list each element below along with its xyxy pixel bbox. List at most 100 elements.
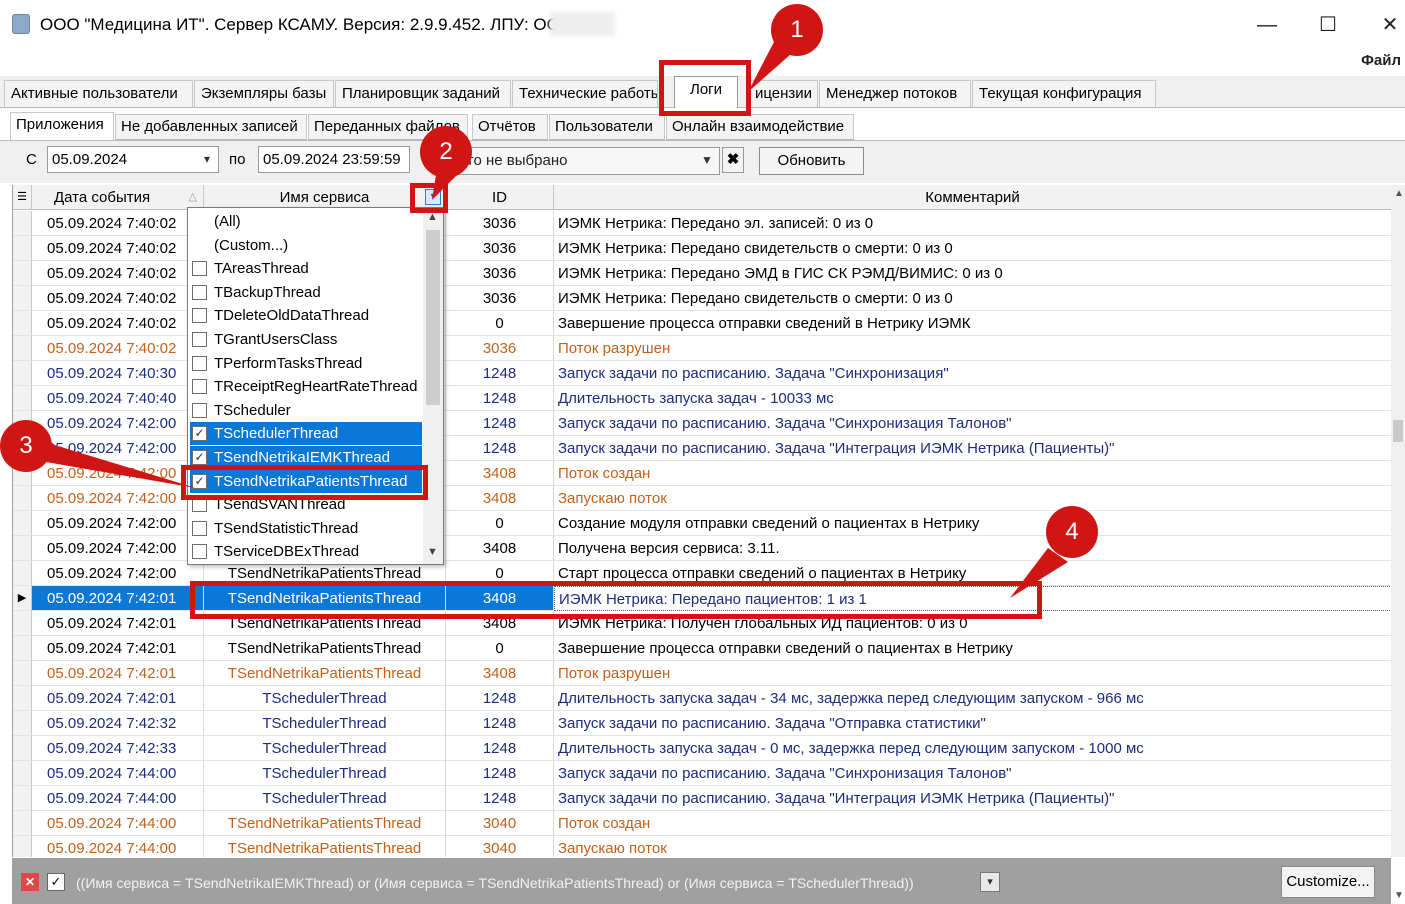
checkbox-checked-icon[interactable]: ✓ xyxy=(192,426,207,442)
cell-id[interactable]: 1248 xyxy=(446,361,554,386)
cell-service[interactable]: TSendNetrikaPatientsThread xyxy=(204,636,446,661)
cell-date[interactable]: 05.09.2024 7:40:30 xyxy=(32,361,204,386)
dropdown-item[interactable]: (All) xyxy=(190,210,422,233)
cell-date[interactable]: 05.09.2024 7:42:01 xyxy=(32,636,204,661)
cell-id[interactable]: 3036 xyxy=(446,286,554,311)
grid-vertical-scrollbar[interactable] xyxy=(1391,185,1405,857)
row-indicator[interactable] xyxy=(13,361,32,386)
cell-comment[interactable]: Запуск задачи по расписанию. Задача "Отп… xyxy=(554,711,1391,736)
row-indicator[interactable] xyxy=(13,686,32,711)
cell-id[interactable]: 1248 xyxy=(446,386,554,411)
dropdown-item[interactable]: TDeleteOldDataThread xyxy=(190,304,422,327)
cell-id[interactable]: 3040 xyxy=(446,811,554,836)
row-indicator[interactable] xyxy=(13,511,32,536)
cell-comment[interactable]: Запускаю поток xyxy=(554,486,1391,511)
cell-comment[interactable]: Длительность запуска задач - 0 мс, задер… xyxy=(554,736,1391,761)
cell-comment[interactable]: ИЭМК Нетрика: Передано ЭМД в ГИС СК РЭМД… xyxy=(554,261,1391,286)
cell-id[interactable]: 1248 xyxy=(446,411,554,436)
cell-id[interactable]: 0 xyxy=(446,511,554,536)
cell-id[interactable]: 1248 xyxy=(446,786,554,811)
column-chooser-icon[interactable]: ☰ xyxy=(13,185,32,210)
cell-comment[interactable]: Создание модуля отправки сведений о паци… xyxy=(554,511,1391,536)
cell-comment[interactable]: Запуск задачи по расписанию. Задача "Син… xyxy=(554,761,1391,786)
cell-id[interactable]: 1248 xyxy=(446,761,554,786)
cell-id[interactable]: 1248 xyxy=(446,436,554,461)
chevron-down-icon[interactable]: ▾ xyxy=(197,147,217,172)
row-indicator[interactable] xyxy=(13,486,32,511)
row-indicator[interactable] xyxy=(13,636,32,661)
cell-comment[interactable]: Поток разрушен xyxy=(554,661,1391,686)
cell-date[interactable]: 05.09.2024 7:44:00 xyxy=(32,761,204,786)
row-indicator[interactable] xyxy=(13,536,32,561)
row-indicator[interactable] xyxy=(13,786,32,811)
checkbox-icon[interactable] xyxy=(192,261,207,277)
cell-comment[interactable]: Поток создан xyxy=(554,461,1391,486)
cell-date[interactable]: 05.09.2024 7:42:00 xyxy=(32,436,204,461)
table-row[interactable]: 05.09.2024 7:42:01 TSchedulerThread 1248 Дл… xyxy=(13,686,1391,711)
cell-service[interactable]: TSchedulerThread xyxy=(204,711,446,736)
dropdown-scroll-thumb[interactable] xyxy=(426,230,440,405)
checkbox-icon[interactable] xyxy=(192,284,207,300)
cell-date[interactable]: 05.09.2024 7:40:40 xyxy=(32,386,204,411)
column-header-date[interactable]: Дата события △ xyxy=(32,185,204,210)
cell-comment[interactable]: Длительность запуска задач - 10033 мс xyxy=(554,386,1391,411)
cell-comment[interactable]: ИЭМК Нетрика: Передано свидетельств о см… xyxy=(554,236,1391,261)
dropdown-item[interactable]: TBackupThread xyxy=(190,281,422,304)
tab-db-instances[interactable]: Экземпляры базы xyxy=(194,80,334,107)
checkbox-icon[interactable] xyxy=(192,379,207,395)
dropdown-item[interactable]: TAreasThread xyxy=(190,257,422,280)
remove-filter-icon[interactable]: ✕ xyxy=(21,873,39,891)
cell-id[interactable]: 3408 xyxy=(446,661,554,686)
cell-id[interactable]: 3036 xyxy=(446,236,554,261)
cell-date[interactable]: 05.09.2024 7:40:02 xyxy=(32,311,204,336)
row-indicator[interactable] xyxy=(13,711,32,736)
cell-comment[interactable]: Запуск задачи по расписанию. Задача "Инт… xyxy=(554,436,1391,461)
subtab-reports[interactable]: Отчётов xyxy=(472,114,548,140)
table-row[interactable]: 05.09.2024 7:44:00 TSendNetrikaPatientsTh… xyxy=(13,811,1391,836)
tab-current-config[interactable]: Текущая конфигурация xyxy=(972,80,1156,107)
cell-comment[interactable]: Завершение процесса отправки сведений о … xyxy=(554,636,1391,661)
grid-scroll-thumb[interactable] xyxy=(1393,420,1403,442)
subtab-users[interactable]: Пользователи xyxy=(549,114,665,140)
dropdown-item[interactable]: (Custom...) xyxy=(190,234,422,257)
cell-date[interactable]: 05.09.2024 7:42:01 xyxy=(32,661,204,686)
cell-date[interactable]: 05.09.2024 7:42:00 xyxy=(32,461,204,486)
cell-comment[interactable]: Запуск задачи по расписанию. Задача "Син… xyxy=(554,361,1391,386)
refresh-button[interactable]: Обновить xyxy=(759,147,864,175)
row-indicator[interactable] xyxy=(13,386,32,411)
row-indicator[interactable] xyxy=(13,336,32,361)
cell-service[interactable]: TSendNetrikaPatientsThread xyxy=(204,836,446,857)
cell-comment[interactable]: Завершение процесса отправки сведений в … xyxy=(554,311,1391,336)
cell-id[interactable]: 0 xyxy=(446,311,554,336)
cell-date[interactable]: 05.09.2024 7:44:00 xyxy=(32,836,204,857)
selection-combo[interactable]: его не выбрано xyxy=(455,147,720,175)
tab-maintenance[interactable]: Технические работы xyxy=(512,80,658,107)
row-indicator[interactable] xyxy=(13,811,32,836)
cell-comment[interactable]: ИЭМК Нетрика: Передано эл. записей: 0 из… xyxy=(554,211,1391,236)
row-indicator[interactable] xyxy=(13,236,32,261)
cell-date[interactable]: 05.09.2024 7:42:01 xyxy=(32,586,204,611)
tab-task-scheduler[interactable]: Планировщик заданий xyxy=(335,80,511,107)
cell-date[interactable]: 05.09.2024 7:42:33 xyxy=(32,736,204,761)
dropdown-item[interactable]: TGrantUsersClass xyxy=(190,328,422,351)
clear-filter-icon[interactable]: ✖ xyxy=(722,147,744,173)
cell-date[interactable]: 05.09.2024 7:40:02 xyxy=(32,286,204,311)
subtab-not-added[interactable]: Не добавленных записей xyxy=(115,114,307,140)
cell-date[interactable]: 05.09.2024 7:42:00 xyxy=(32,561,204,586)
customize-button[interactable]: Customize... xyxy=(1281,866,1375,898)
cell-date[interactable]: 05.09.2024 7:42:01 xyxy=(32,686,204,711)
row-indicator[interactable] xyxy=(13,211,32,236)
combo-dropdown-icon[interactable]: ▼ xyxy=(697,148,717,173)
table-row[interactable]: 05.09.2024 7:42:33 TSchedulerThread 1248 Дл… xyxy=(13,736,1391,761)
menu-file[interactable]: Файл xyxy=(1361,52,1401,69)
date-from-input[interactable]: 05.09.2024 xyxy=(47,146,219,173)
cell-date[interactable]: 05.09.2024 7:42:00 xyxy=(32,486,204,511)
cell-service[interactable]: TSchedulerThread xyxy=(204,761,446,786)
dropdown-scrollbar[interactable]: ▲ ▼ xyxy=(423,208,443,564)
table-row[interactable]: 05.09.2024 7:42:32 TSchedulerThread 1248 За… xyxy=(13,711,1391,736)
cell-id[interactable]: 3408 xyxy=(446,486,554,511)
tab-licenses[interactable]: ицензии xyxy=(748,80,818,107)
cell-id[interactable]: 3040 xyxy=(446,836,554,857)
close-button[interactable]: ✕ xyxy=(1370,10,1405,40)
minimize-button[interactable]: — xyxy=(1247,10,1287,40)
